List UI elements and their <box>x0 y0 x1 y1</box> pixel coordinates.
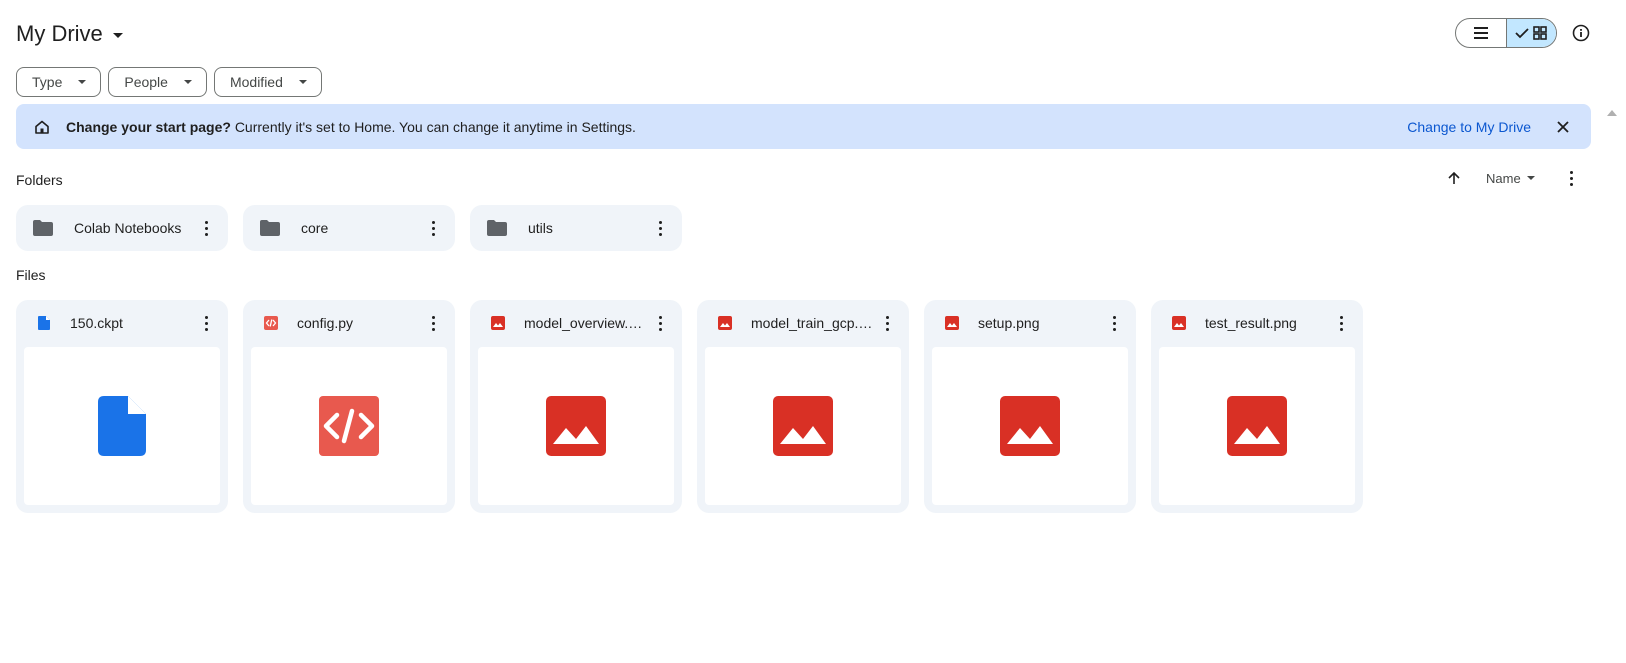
view-toggle <box>1455 18 1557 48</box>
list-view-button[interactable] <box>1456 19 1506 47</box>
file-name: model_overview.png <box>524 315 650 331</box>
file-card-header: setup.png <box>924 300 1136 346</box>
file-name: model_train_gcp.png <box>751 315 877 331</box>
caret-down-icon <box>112 32 123 38</box>
file-preview <box>251 347 447 505</box>
more-sort-options-button[interactable] <box>1559 166 1583 190</box>
files-grid: 150.ckpt config.py model_overview.png mo… <box>16 300 1363 513</box>
file-card-header: model_train_gcp.png <box>697 300 909 346</box>
image-icon <box>773 396 833 456</box>
code-icon <box>264 316 278 330</box>
caret-down-icon <box>298 80 307 84</box>
more-vert-icon <box>1561 168 1581 188</box>
more-vert-icon[interactable] <box>877 313 897 333</box>
file-card[interactable]: setup.png <box>924 300 1136 513</box>
start-page-banner: Change your start page? Currently it's s… <box>16 104 1591 149</box>
folder-name: utils <box>528 220 553 236</box>
change-to-my-drive-link[interactable]: Change to My Drive <box>1407 119 1531 135</box>
sort-direction-button[interactable] <box>1442 166 1466 190</box>
list-icon <box>1473 27 1488 39</box>
file-name: setup.png <box>978 315 1040 331</box>
file-preview <box>24 347 220 505</box>
image-icon <box>945 316 959 330</box>
more-vert-icon[interactable] <box>196 313 216 333</box>
banner-bold-text: Change your start page? <box>66 118 231 135</box>
folder-item[interactable]: Colab Notebooks <box>16 205 228 251</box>
my-drive-dropdown[interactable]: My Drive <box>16 21 123 47</box>
chip-label: Type <box>32 74 63 90</box>
filter-bar: Type People Modified <box>16 67 322 97</box>
folder-item[interactable]: core <box>243 205 455 251</box>
folder-name: Colab Notebooks <box>74 220 182 236</box>
more-vert-icon[interactable] <box>423 218 443 238</box>
info-icon <box>1572 24 1590 42</box>
modified-filter-chip[interactable]: Modified <box>213 67 322 97</box>
type-filter-chip[interactable]: Type <box>16 67 102 97</box>
scrollbar-up-arrow[interactable] <box>1607 110 1617 116</box>
code-icon <box>319 396 379 456</box>
more-vert-icon[interactable] <box>650 218 670 238</box>
sort-by-button[interactable]: Name <box>1486 167 1535 189</box>
document-icon <box>98 396 146 456</box>
file-preview <box>932 347 1128 505</box>
file-card[interactable]: 150.ckpt <box>16 300 228 513</box>
image-icon <box>1000 396 1060 456</box>
caret-down-icon <box>1526 176 1535 180</box>
file-card-header: model_overview.png <box>470 300 682 346</box>
file-preview <box>705 347 901 505</box>
file-card-header: test_result.png <box>1151 300 1363 346</box>
folders-grid: Colab Notebooks core utils <box>16 205 682 251</box>
folders-heading: Folders <box>16 172 63 188</box>
file-card[interactable]: test_result.png <box>1151 300 1363 513</box>
banner-text: Currently it's set to Home. You can chan… <box>234 118 636 135</box>
folder-name: core <box>301 220 329 236</box>
chip-label: People <box>124 74 168 90</box>
file-card-header: config.py <box>243 300 455 346</box>
grid-view-button[interactable] <box>1505 19 1556 47</box>
caret-down-icon <box>183 80 192 84</box>
more-vert-icon[interactable] <box>1104 313 1124 333</box>
file-name: 150.ckpt <box>70 315 123 331</box>
chip-label: Modified <box>229 74 283 90</box>
more-vert-icon[interactable] <box>650 313 670 333</box>
image-icon <box>546 396 606 456</box>
file-preview <box>1159 347 1355 505</box>
file-name: config.py <box>297 315 354 331</box>
file-card[interactable]: config.py <box>243 300 455 513</box>
image-icon <box>718 316 732 330</box>
page-title-row: My Drive <box>16 16 123 52</box>
image-icon <box>1172 316 1186 330</box>
close-icon <box>1557 120 1569 133</box>
file-card[interactable]: model_train_gcp.png <box>697 300 909 513</box>
file-name: test_result.png <box>1205 315 1297 331</box>
view-details-button[interactable] <box>1568 20 1594 46</box>
image-icon <box>491 316 505 330</box>
document-icon <box>38 316 50 330</box>
caret-down-icon <box>78 80 87 84</box>
banner-message: Change your start page? Currently it's s… <box>66 119 1407 135</box>
folder-icon <box>33 220 53 236</box>
folder-icon <box>260 220 280 236</box>
grid-icon <box>1533 26 1548 40</box>
page-title: My Drive <box>16 21 103 46</box>
check-icon <box>1515 28 1529 39</box>
more-vert-icon[interactable] <box>423 313 443 333</box>
folder-item[interactable]: utils <box>470 205 682 251</box>
files-heading: Files <box>16 267 46 283</box>
more-vert-icon[interactable] <box>1331 313 1351 333</box>
arrow-up-icon <box>1448 171 1460 184</box>
more-vert-icon[interactable] <box>196 218 216 238</box>
people-filter-chip[interactable]: People <box>108 67 207 97</box>
image-icon <box>1227 396 1287 456</box>
folder-icon <box>487 220 507 236</box>
file-preview <box>478 347 674 505</box>
sort-label: Name <box>1486 170 1521 186</box>
file-card-header: 150.ckpt <box>16 300 228 346</box>
home-icon <box>32 117 52 137</box>
close-banner-button[interactable] <box>1553 117 1573 137</box>
file-card[interactable]: model_overview.png <box>470 300 682 513</box>
